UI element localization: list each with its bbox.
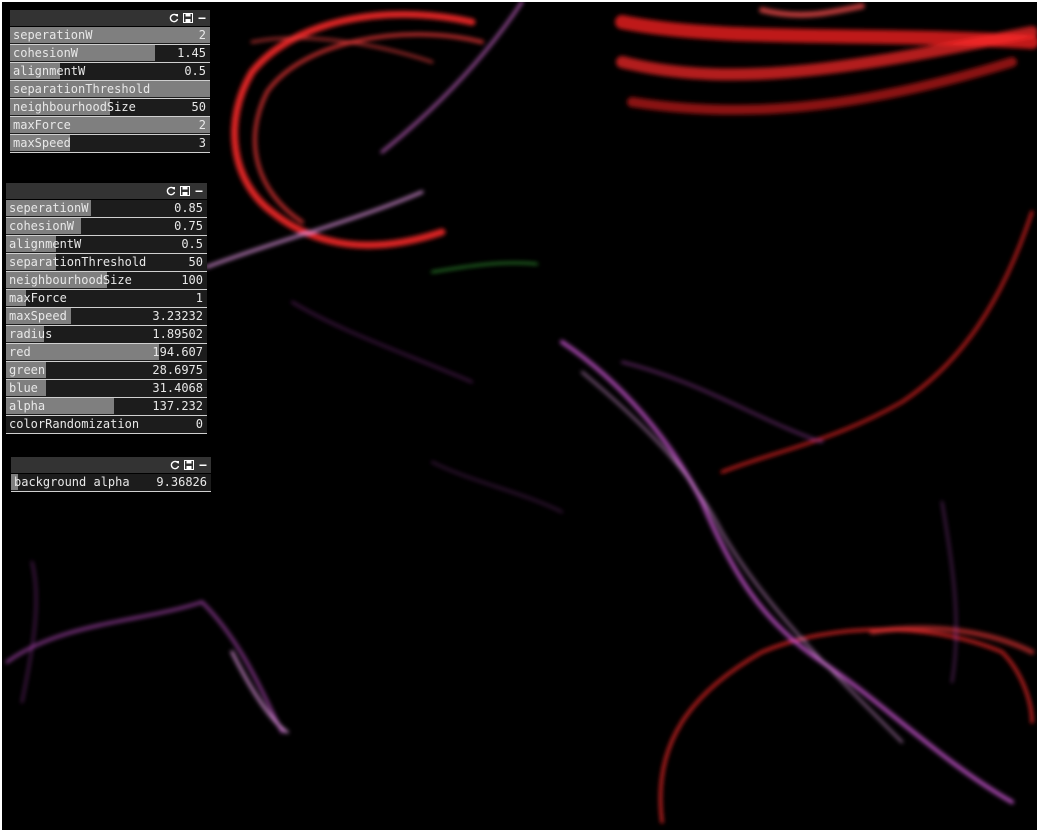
minimize-icon[interactable] xyxy=(197,13,207,23)
slider-value: 1.45 xyxy=(177,46,206,60)
minimize-icon[interactable] xyxy=(198,460,208,470)
minimize-icon[interactable] xyxy=(194,186,204,196)
slider-value: 1.89502 xyxy=(152,327,203,341)
reset-icon[interactable] xyxy=(169,13,179,23)
slider-label: separationThreshold xyxy=(13,82,151,96)
slider-value: 0.5 xyxy=(184,64,206,78)
slider-alignment-w[interactable]: alignmentW 0.5 xyxy=(6,236,207,254)
slider-background-alpha[interactable]: background alpha 9.36826 xyxy=(11,474,211,492)
slider-blue[interactable]: blue 31.4068 xyxy=(6,380,207,398)
slider-label: separationThreshold xyxy=(9,255,147,269)
slider-value: 0.85 xyxy=(174,201,203,215)
slider-label: alignmentW xyxy=(9,237,82,251)
slider-label: maxForce xyxy=(9,291,67,305)
slider-label: maxForce xyxy=(13,118,71,132)
slider-max-force[interactable]: maxForce 1 xyxy=(6,290,207,308)
slider-cohesion-w[interactable]: cohesionW 0.75 xyxy=(6,218,207,236)
slider-alpha[interactable]: alpha 137.232 xyxy=(6,398,207,416)
slider-neighbourhood-size[interactable]: neighbourhoodSize 100 xyxy=(6,272,207,290)
background-settings-panel: background alpha 9.36826 xyxy=(11,457,211,492)
slider-value: 1 xyxy=(195,291,203,305)
slider-separation-threshold[interactable]: separationThreshold xyxy=(10,81,210,99)
panel-2-header[interactable] xyxy=(6,183,207,200)
slider-value: 0.75 xyxy=(174,219,203,233)
slider-value: 194.607 xyxy=(152,345,203,359)
slider-seperation-w[interactable]: seperationW 0.85 xyxy=(6,200,207,218)
slider-green[interactable]: green 28.6975 xyxy=(6,362,207,380)
slider-value: 2 xyxy=(198,118,206,132)
slider-label: colorRandomization xyxy=(9,417,140,431)
slider-separation-threshold[interactable]: separationThreshold 50 xyxy=(6,254,207,272)
slider-label: seperationW xyxy=(13,28,93,42)
slider-value: 50 xyxy=(191,100,206,114)
slider-max-speed[interactable]: maxSpeed 3 xyxy=(10,135,210,153)
boids-settings-panel-2: seperationW 0.85 cohesionW 0.75 alignmentW 0.… xyxy=(6,183,207,434)
slider-label: blue xyxy=(9,381,38,395)
slider-neighbourhood-size[interactable]: neighbourhoodSize 50 xyxy=(10,99,210,117)
slider-label: background alpha xyxy=(14,475,130,489)
slider-value: 2 xyxy=(198,28,206,42)
slider-label: maxSpeed xyxy=(13,136,71,150)
slider-value: 0 xyxy=(195,417,203,431)
slider-value: 9.36826 xyxy=(156,475,207,489)
slider-label: neighbourhoodSize xyxy=(9,273,132,287)
boids-settings-panel-1: seperationW 2 cohesionW 1.45 alignmentW 0.5 se… xyxy=(10,10,210,153)
slider-alignment-w[interactable]: alignmentW 0.5 xyxy=(10,63,210,81)
slider-seperation-w[interactable]: seperationW 2 xyxy=(10,27,210,45)
slider-max-force[interactable]: maxForce 2 xyxy=(10,117,210,135)
panel-3-header[interactable] xyxy=(11,457,211,474)
slider-max-speed[interactable]: maxSpeed 3.23232 xyxy=(6,308,207,326)
slider-label: alpha xyxy=(9,399,46,413)
slider-radius[interactable]: radius 1.89502 xyxy=(6,326,207,344)
slider-value: 28.6975 xyxy=(152,363,203,377)
slider-red[interactable]: red 194.607 xyxy=(6,344,207,362)
slider-value: 50 xyxy=(188,255,203,269)
slider-cohesion-w[interactable]: cohesionW 1.45 xyxy=(10,45,210,63)
slider-label: seperationW xyxy=(9,201,89,215)
reset-icon[interactable] xyxy=(166,186,176,196)
slider-label: cohesionW xyxy=(13,46,79,60)
slider-label: red xyxy=(9,345,31,359)
slider-value: 0.5 xyxy=(181,237,203,251)
slider-label: neighbourhoodSize xyxy=(13,100,136,114)
slider-label: cohesionW xyxy=(9,219,75,233)
save-icon[interactable] xyxy=(183,13,193,23)
slider-color-randomization[interactable]: colorRandomization 0 xyxy=(6,416,207,434)
save-icon[interactable] xyxy=(180,186,190,196)
slider-value: 31.4068 xyxy=(152,381,203,395)
slider-label: alignmentW xyxy=(13,64,86,78)
slider-label: radius xyxy=(9,327,53,341)
slider-label: green xyxy=(9,363,46,377)
save-icon[interactable] xyxy=(184,460,194,470)
slider-value: 100 xyxy=(181,273,203,287)
slider-label: maxSpeed xyxy=(9,309,67,323)
reset-icon[interactable] xyxy=(170,460,180,470)
panel-1-header[interactable] xyxy=(10,10,210,27)
slider-value: 3.23232 xyxy=(152,309,203,323)
slider-value: 137.232 xyxy=(152,399,203,413)
slider-value: 3 xyxy=(198,136,206,150)
